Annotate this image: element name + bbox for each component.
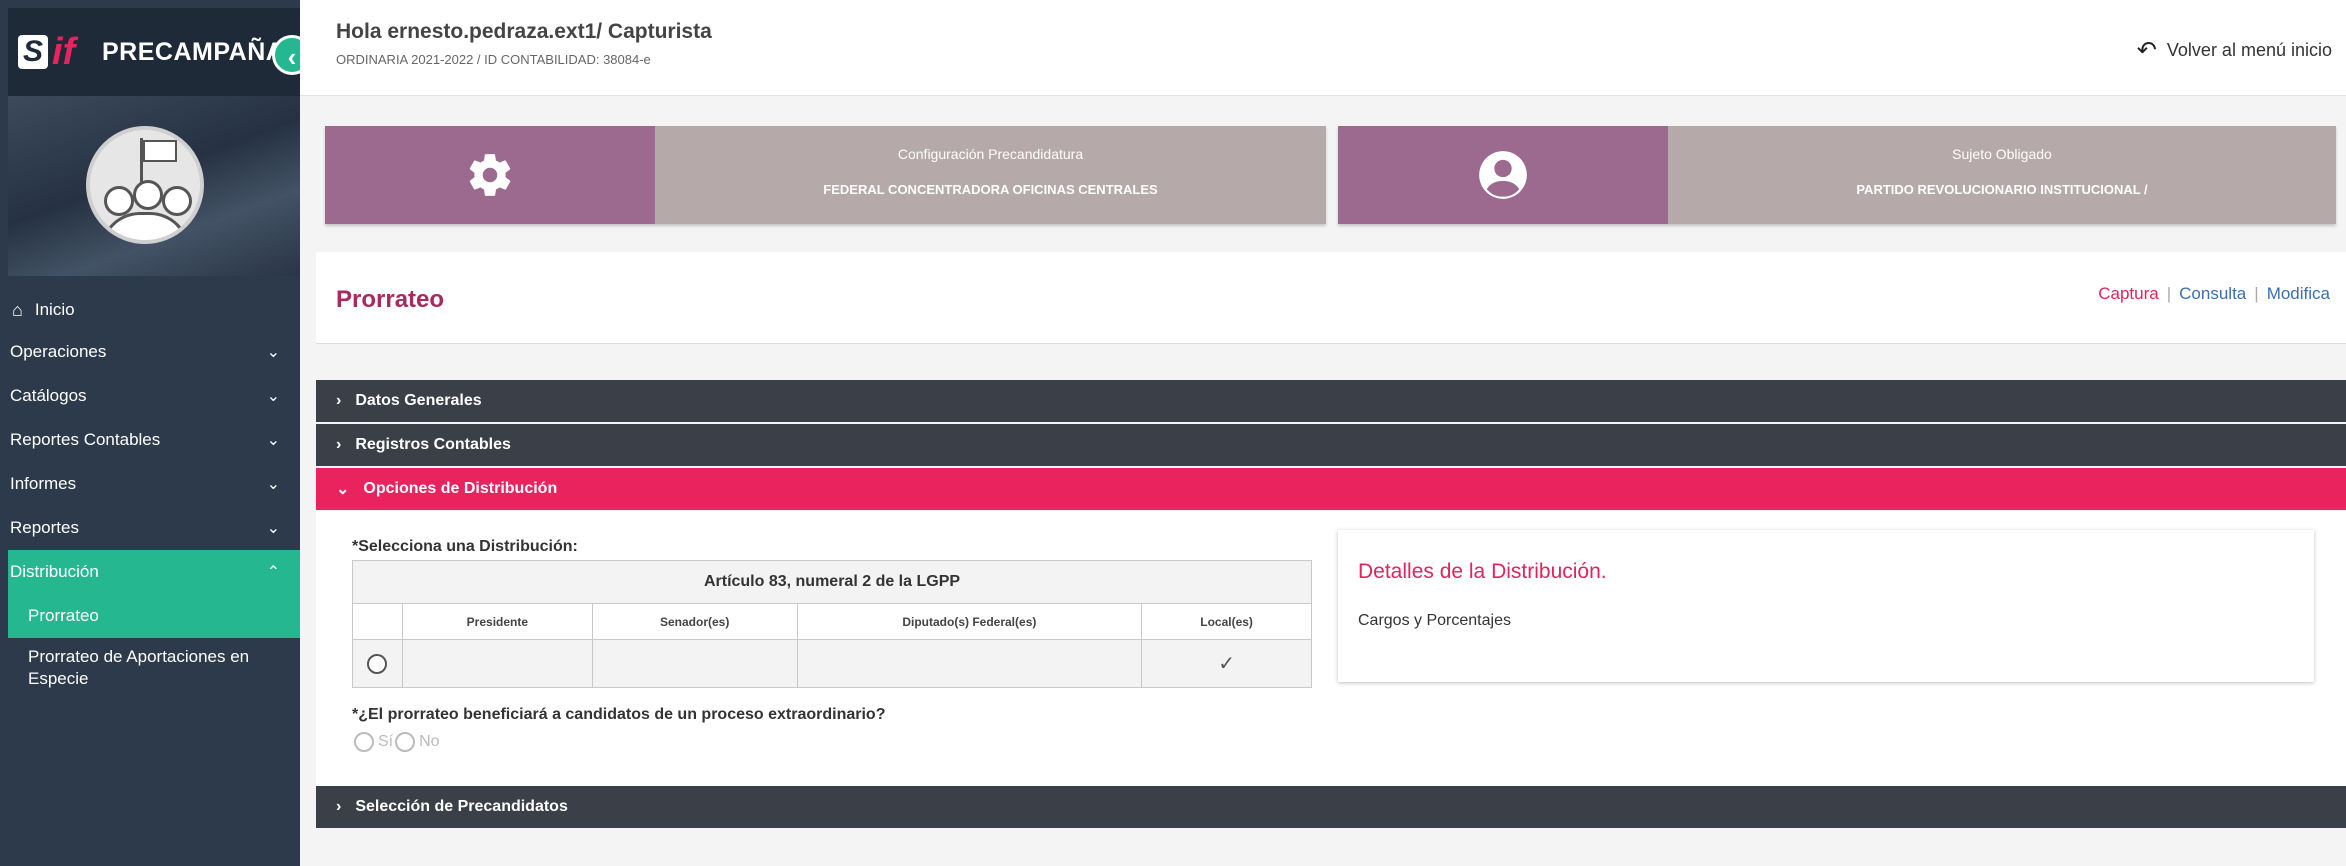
sidebar-item-reportes[interactable]: Reportes ⌄: [8, 506, 300, 550]
option-no-radio[interactable]: [395, 732, 416, 752]
user-circle-icon: [1338, 126, 1668, 224]
consulta-link[interactable]: Consulta: [2179, 284, 2246, 303]
gear-icon: [325, 126, 655, 224]
modifica-link[interactable]: Modifica: [2267, 284, 2330, 303]
sidebar-subitem-label: Prorrateo: [28, 606, 99, 625]
sidebar-item-label: Operaciones: [10, 342, 107, 361]
back-to-menu-link[interactable]: ↶ Volver al menú inicio: [2137, 36, 2332, 65]
chevron-up-icon: ⌃: [266, 564, 280, 581]
accordion-label: Opciones de Distribución: [363, 480, 558, 497]
reply-arrow-icon: ↶: [2136, 37, 2157, 64]
accordion-opciones-distribucion[interactable]: ⌄ Opciones de Distribución: [316, 468, 2346, 510]
accordion-registros-contables[interactable]: › Registros Contables: [316, 424, 2346, 466]
sidebar-item-label: Reportes: [10, 518, 79, 537]
sidebar-item-catalogos[interactable]: Catálogos ⌄: [8, 374, 300, 418]
select-distribution-label: *Selecciona una Distribución:: [352, 538, 578, 555]
sidebar-item-reportes-contables[interactable]: Reportes Contables ⌄: [8, 418, 300, 462]
logo-s: S: [18, 35, 48, 69]
column-header-select: [352, 603, 403, 640]
sidebar-item-operaciones[interactable]: Operaciones ⌄: [8, 330, 300, 374]
sidebar-nav: ⌂ Inicio Operaciones ⌄ Catálogos ⌄ Repor…: [8, 290, 300, 698]
page-title-panel: Prorrateo Captura | Consulta | Modifica: [316, 252, 2346, 344]
sidebar-subitem-label: Prorrateo de Aportaciones en Especie: [28, 647, 250, 688]
distribution-radio[interactable]: [367, 653, 388, 674]
sidebar-subitem-prorrateo-aportaciones[interactable]: Prorrateo de Aportaciones en Especie: [8, 638, 300, 698]
sidebar-item-label: Catálogos: [10, 386, 87, 405]
home-icon: ⌂: [12, 299, 23, 320]
sidebar-item-label: Inicio: [34, 300, 75, 319]
extraordinary-question: *¿El prorrateo beneficiará a candidatos …: [352, 706, 886, 723]
process-info: ORDINARIA 2021-2022 / ID CONTABILIDAD: 3…: [336, 52, 651, 67]
accordion-label: Selección de Precandidatos: [355, 798, 568, 815]
sidebar-item-distribucion[interactable]: Distribución ⌃: [8, 550, 300, 594]
details-title: Detalles de la Distribución.: [1358, 560, 1607, 583]
sidebar: S if PRECAMPAÑA ‹ ⌂ Inicio Operaciones ⌄: [0, 0, 312, 866]
sidebar-item-label: Reportes Contables: [10, 430, 161, 449]
sidebar-header: S if PRECAMPAÑA ‹: [8, 8, 312, 96]
top-header: Hola ernesto.pedraza.ext1/ Capturista OR…: [300, 0, 2346, 96]
table-row: ✓: [352, 639, 1312, 688]
mode-links: Captura | Consulta | Modifica: [2098, 284, 2330, 303]
column-header: Presidente: [401, 603, 593, 640]
row-select-cell: [352, 639, 403, 688]
avatar: [86, 126, 204, 244]
extraordinary-options: Sí No: [354, 732, 442, 752]
column-header: Local(es): [1141, 603, 1312, 640]
accordion-label: Registros Contables: [355, 436, 511, 453]
table-cell: [401, 639, 593, 688]
card-title: Sujeto Obligado: [1952, 146, 2052, 162]
sidebar-subitem-prorrateo[interactable]: Prorrateo: [8, 594, 300, 638]
accordion-seleccion-precandidatos[interactable]: › Selección de Precandidatos: [316, 786, 2346, 828]
chevron-right-icon: ›: [336, 392, 342, 409]
sidebar-hero: [8, 96, 300, 276]
chevron-left-icon: ‹: [287, 42, 297, 72]
check-icon: ✓: [1218, 653, 1235, 675]
chevron-right-icon: ›: [336, 798, 342, 815]
table-caption: Artículo 83, numeral 2 de la LGPP: [352, 560, 1312, 604]
table-cell: ✓: [1141, 639, 1312, 688]
column-header: Diputado(s) Federal(es): [796, 603, 1143, 640]
chevron-down-icon: ⌄: [266, 520, 280, 537]
card-value: PARTIDO REVOLUCIONARIO INSTITUCIONAL /: [1856, 182, 2148, 197]
option-no-label: No: [419, 733, 440, 750]
distribution-details-card: Detalles de la Distribución. Cargos y Po…: [1338, 530, 2314, 682]
captura-link[interactable]: Captura: [2098, 284, 2158, 303]
chevron-down-icon: ⌄: [266, 476, 280, 493]
accordion-datos-generales[interactable]: › Datos Generales: [316, 380, 2346, 422]
card-value: FEDERAL CONCENTRADORA OFICINAS CENTRALES: [823, 182, 1158, 197]
chevron-down-icon: ⌄: [336, 481, 350, 498]
sidebar-item-label: Informes: [10, 474, 77, 493]
back-to-menu-label: Volver al menú inicio: [2166, 40, 2332, 60]
option-yes-radio[interactable]: [354, 732, 374, 752]
table-cell: [796, 639, 1143, 688]
page-title: Prorrateo: [336, 286, 445, 313]
sidebar-item-informes[interactable]: Informes ⌄: [8, 462, 300, 506]
distribution-table: Artículo 83, numeral 2 de la LGPP Presid…: [352, 560, 1312, 688]
sidebar-item-inicio[interactable]: ⌂ Inicio: [8, 290, 300, 330]
chevron-down-icon: ⌄: [266, 344, 280, 361]
column-header: Senador(es): [591, 603, 798, 640]
option-yes-label: Sí: [378, 733, 394, 750]
user-greeting: Hola ernesto.pedraza.ext1/ Capturista: [336, 20, 712, 43]
card-title: Configuración Precandidatura: [897, 146, 1084, 162]
config-card: Configuración Precandidatura FEDERAL CON…: [325, 126, 1326, 224]
logo-if: if: [52, 31, 76, 73]
chevron-down-icon: ⌄: [266, 432, 280, 449]
table-cell: [591, 639, 798, 688]
sidebar-item-label: Distribución: [10, 562, 99, 581]
chevron-right-icon: ›: [336, 436, 342, 453]
accordion-label: Datos Generales: [355, 392, 482, 409]
chevron-down-icon: ⌄: [266, 388, 280, 405]
app-brand: PRECAMPAÑA: [102, 37, 285, 66]
app-logo: S if: [18, 27, 88, 77]
sujeto-obligado-card: Sujeto Obligado PARTIDO REVOLUCIONARIO I…: [1338, 126, 2336, 224]
details-subtitle: Cargos y Porcentajes: [1358, 612, 1511, 629]
